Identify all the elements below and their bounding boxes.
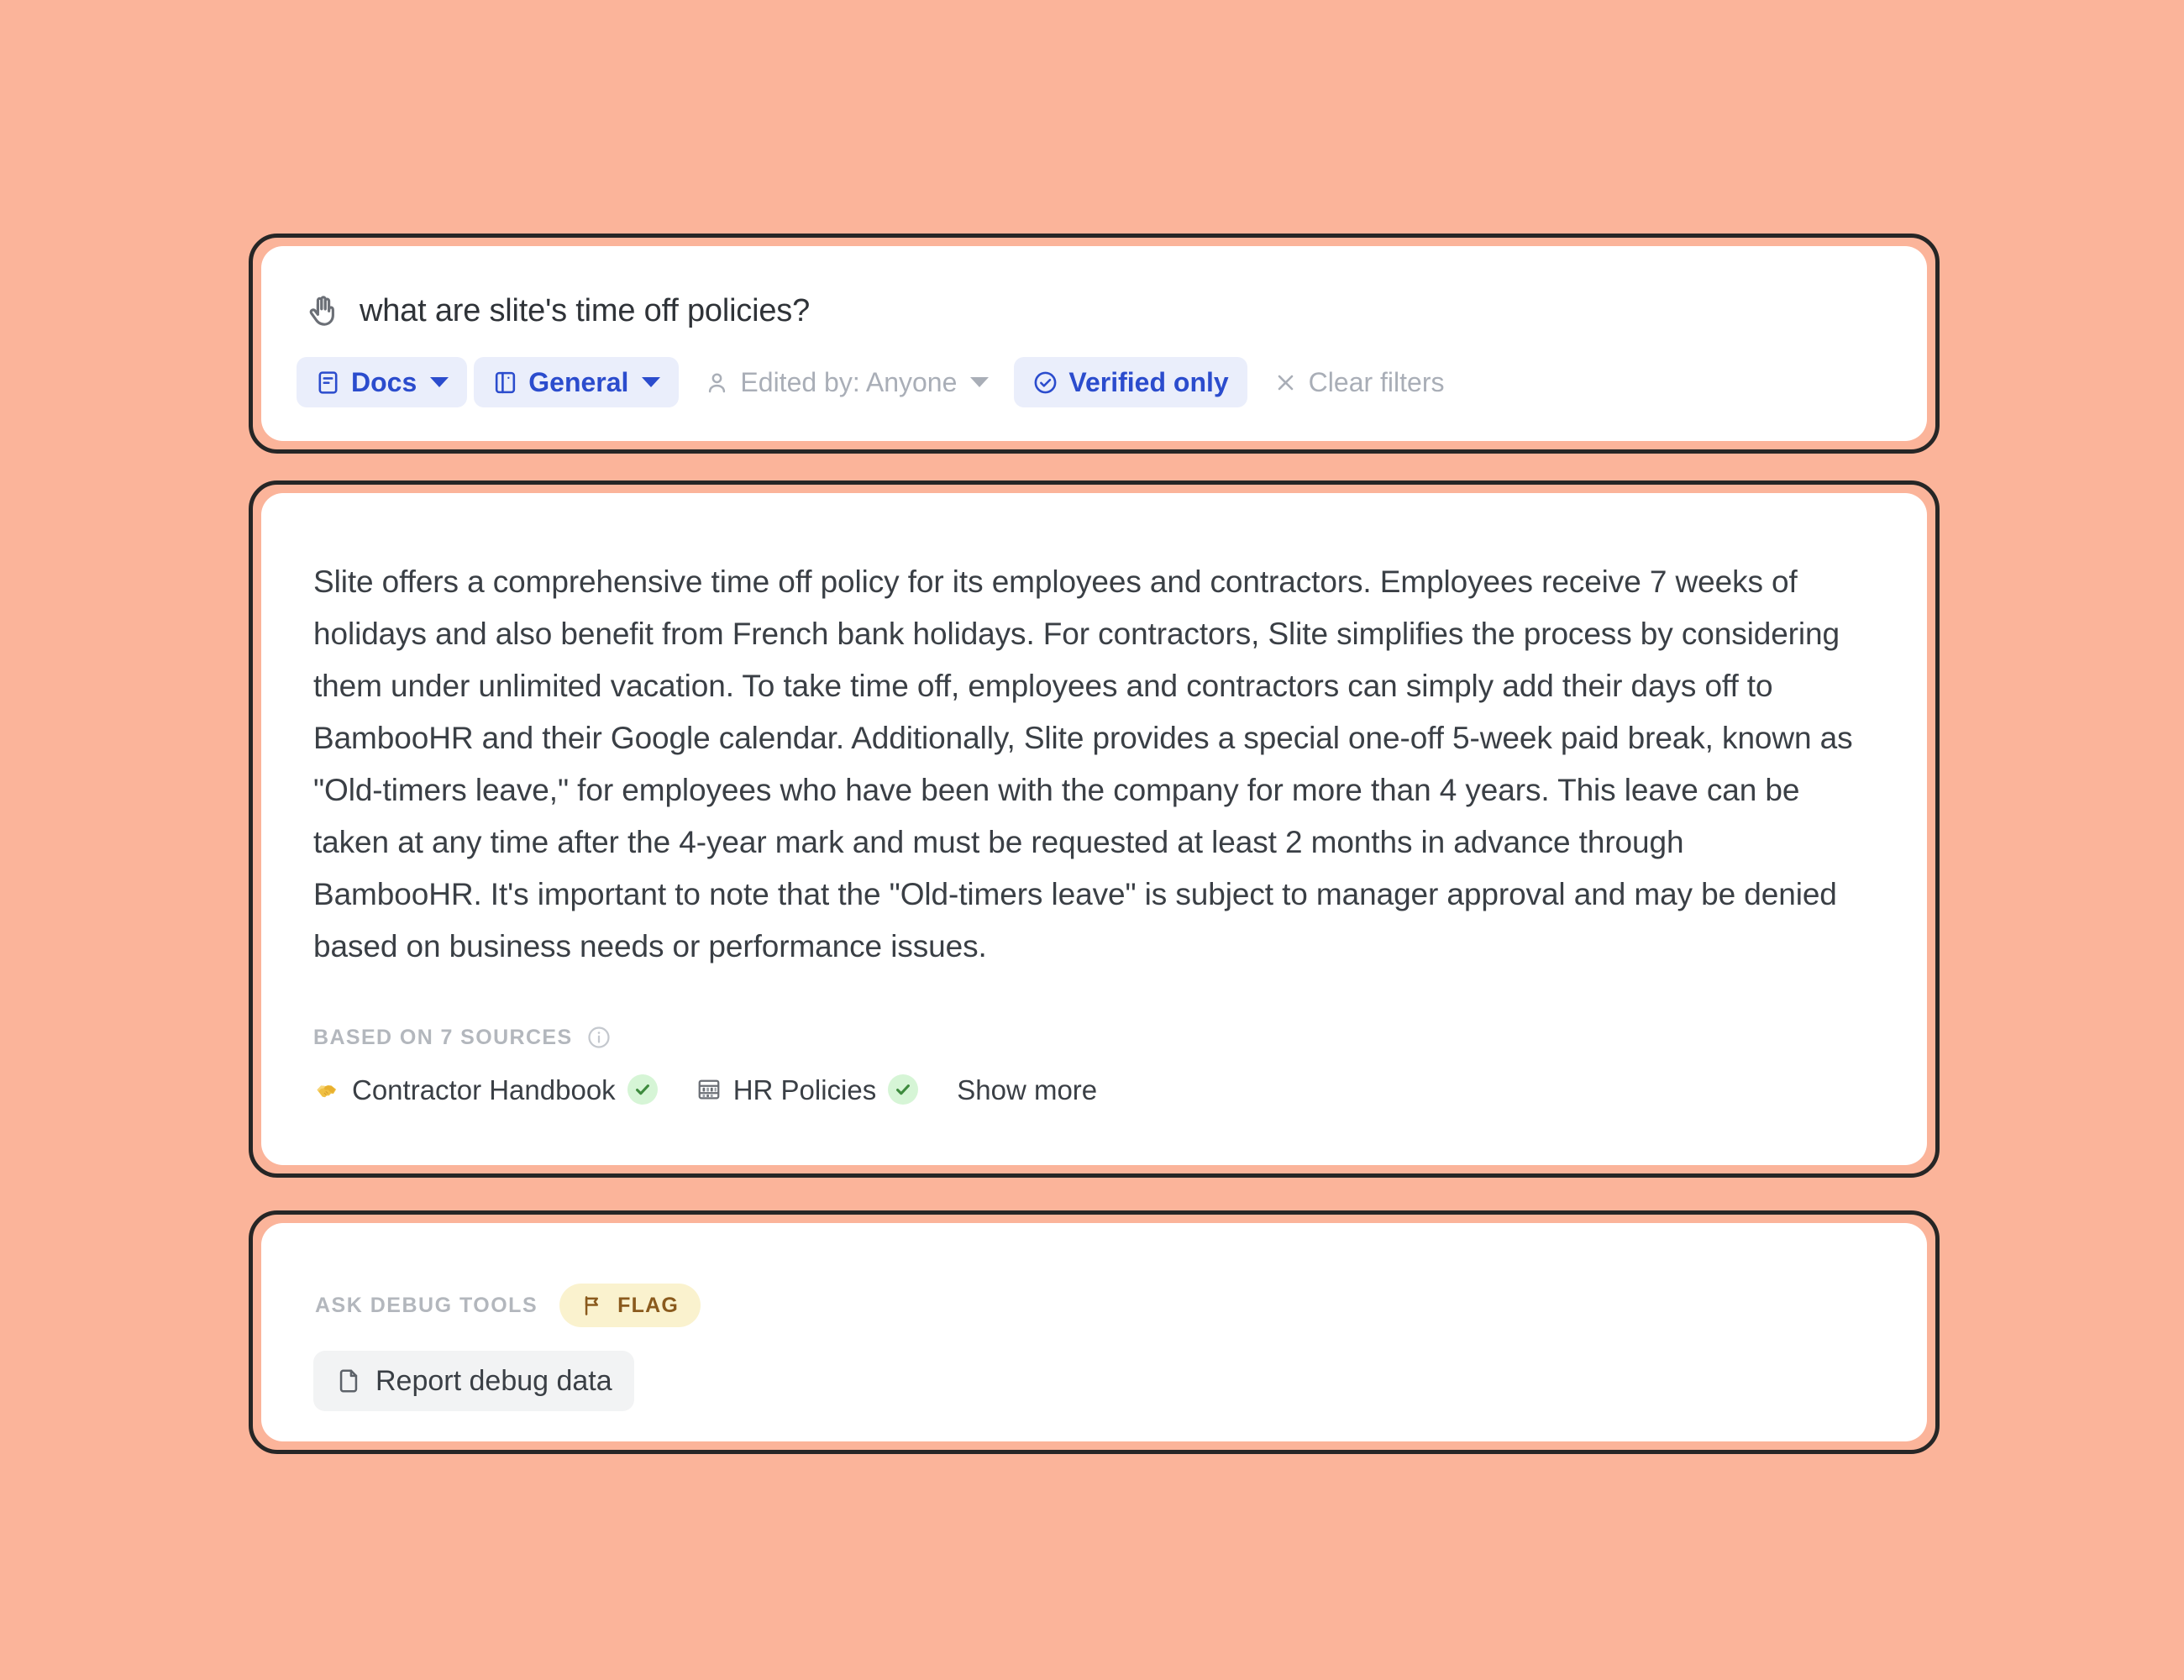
report-debug-data-label: Report debug data xyxy=(375,1365,612,1397)
circle-check-icon xyxy=(1032,370,1058,396)
flag-badge[interactable]: FLAG xyxy=(559,1284,701,1327)
query-card-surface: what are slite's time off policies? Docs xyxy=(261,246,1927,441)
show-more-sources-button[interactable]: Show more xyxy=(952,1073,1102,1107)
raised-hand-icon xyxy=(303,292,340,329)
sources-row: Contractor Handbook HR Policies Show mor… xyxy=(261,1050,1927,1108)
chevron-down-icon xyxy=(642,377,661,387)
flag-badge-label: FLAG xyxy=(617,1293,679,1317)
document-icon xyxy=(315,370,341,396)
clear-filters-label: Clear filters xyxy=(1308,367,1445,397)
filter-chip-edited-by[interactable]: Edited by: Anyone xyxy=(685,357,1007,407)
report-debug-data-button[interactable]: Report debug data xyxy=(313,1351,634,1411)
handshake-emoji xyxy=(315,1077,340,1102)
verified-check-icon xyxy=(627,1074,658,1105)
query-text: what are slite's time off policies? xyxy=(360,293,811,328)
chevron-down-icon xyxy=(430,377,449,387)
debug-card: ASK DEBUG TOOLS FLAG Report debug data xyxy=(249,1210,1940,1454)
answer-text: Slite offers a comprehensive time off po… xyxy=(313,564,1853,963)
clear-filters-button[interactable]: Clear filters xyxy=(1254,357,1463,407)
chevron-down-icon xyxy=(970,377,990,387)
debug-tools-label: ASK DEBUG TOOLS xyxy=(315,1293,538,1317)
query-card: what are slite's time off policies? Docs xyxy=(249,234,1940,454)
filter-chip-docs-label: Docs xyxy=(351,367,417,397)
filter-chip-general[interactable]: General xyxy=(474,357,680,407)
filter-chip-verified-only[interactable]: Verified only xyxy=(1014,357,1247,407)
source-chip-contractor-handbook[interactable]: Contractor Handbook xyxy=(310,1071,663,1108)
filters-row: Docs General Edited by: Anyone Verified … xyxy=(261,329,1927,407)
source-chip-hr-policies[interactable]: HR Policies xyxy=(691,1071,924,1108)
filter-chip-general-label: General xyxy=(528,367,629,397)
person-icon xyxy=(704,370,730,396)
answer-card: Slite offers a comprehensive time off po… xyxy=(249,480,1940,1178)
answer-card-surface: Slite offers a comprehensive time off po… xyxy=(261,493,1927,1165)
close-icon xyxy=(1273,370,1299,396)
debug-button-row: Report debug data xyxy=(261,1327,1927,1411)
filter-chip-edited-by-label: Edited by: Anyone xyxy=(740,367,958,397)
filter-chip-verified-only-label: Verified only xyxy=(1068,367,1229,397)
source-chip-contractor-handbook-label: Contractor Handbook xyxy=(352,1074,616,1105)
answer-body: Slite offers a comprehensive time off po… xyxy=(261,493,1927,973)
panel-icon xyxy=(492,370,518,396)
file-icon xyxy=(335,1368,362,1394)
source-chip-hr-policies-label: HR Policies xyxy=(732,1074,877,1105)
filter-chip-docs[interactable]: Docs xyxy=(297,357,468,407)
flag-icon xyxy=(581,1294,604,1317)
query-row: what are slite's time off policies? xyxy=(261,246,1927,329)
verified-check-icon xyxy=(888,1074,919,1105)
screen: what are slite's time off policies? Docs xyxy=(0,0,2184,1680)
sources-label: BASED ON 7 SOURCES xyxy=(313,1025,573,1049)
debug-card-surface: ASK DEBUG TOOLS FLAG Report debug data xyxy=(261,1223,1927,1441)
info-icon[interactable] xyxy=(586,1025,612,1050)
abacus-emoji xyxy=(696,1077,722,1102)
debug-header-row: ASK DEBUG TOOLS FLAG xyxy=(261,1223,1927,1327)
sources-label-row: BASED ON 7 SOURCES xyxy=(261,973,1927,1050)
